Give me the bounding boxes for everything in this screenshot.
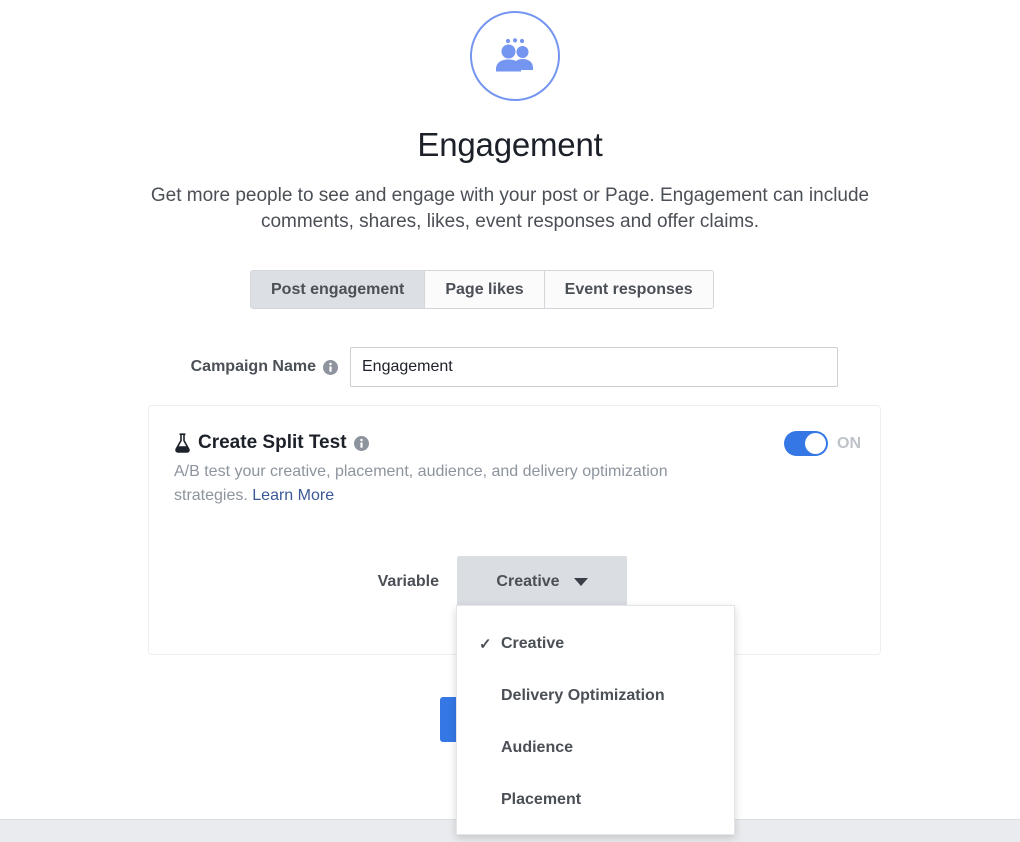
objective-tab-group: Post engagement Page likes Event respons… [250, 270, 714, 309]
tab-event-responses[interactable]: Event responses [544, 271, 713, 308]
menu-item-delivery-optimization[interactable]: Delivery Optimization [457, 670, 734, 722]
learn-more-link[interactable]: Learn More [252, 487, 334, 504]
chevron-down-icon [573, 578, 588, 586]
split-test-toggle-group: ON [784, 431, 861, 456]
flask-icon [174, 433, 191, 453]
split-test-description: A/B test your creative, placement, audie… [174, 460, 694, 508]
tab-post-engagement[interactable]: Post engagement [251, 271, 426, 308]
variable-row: Variable Creative [149, 556, 882, 608]
people-group-icon [470, 11, 560, 101]
menu-item-audience[interactable]: Audience [457, 722, 734, 774]
variable-dropdown-menu: ✓ Creative Delivery Optimization Audienc… [456, 605, 735, 835]
campaign-name-label: Campaign Name [140, 358, 350, 376]
menu-item-creative[interactable]: ✓ Creative [457, 618, 734, 670]
campaign-name-label-text: Campaign Name [190, 358, 316, 375]
variable-label: Variable [377, 573, 439, 590]
toggle-state-label: ON [837, 434, 861, 452]
toggle-knob [805, 433, 826, 454]
menu-item-label: Delivery Optimization [501, 687, 665, 704]
tab-page-likes[interactable]: Page likes [425, 271, 545, 308]
menu-item-label: Creative [501, 635, 565, 652]
menu-item-placement[interactable]: Placement [457, 774, 734, 826]
page-title: Engagement [417, 126, 603, 163]
check-icon: ✓ [479, 636, 492, 653]
menu-item-label: Placement [501, 791, 582, 808]
campaign-name-input[interactable] [350, 347, 838, 387]
menu-item-label: Audience [501, 739, 574, 756]
engagement-campaign-page: Engagement Get more people to see and en… [0, 0, 1020, 842]
split-test-description-text: A/B test your creative, placement, audie… [174, 463, 668, 504]
split-test-toggle[interactable] [784, 431, 828, 456]
page-description: Get more people to see and engage with y… [150, 185, 870, 232]
variable-dropdown-button[interactable]: Creative [457, 556, 627, 608]
campaign-name-row: Campaign Name [140, 347, 880, 387]
variable-dropdown-value: Creative [496, 573, 560, 590]
info-icon[interactable] [323, 359, 338, 375]
split-test-title: Create Split Test [198, 432, 347, 453]
info-icon[interactable] [353, 435, 369, 451]
split-test-header: Create Split Test [174, 432, 369, 454]
